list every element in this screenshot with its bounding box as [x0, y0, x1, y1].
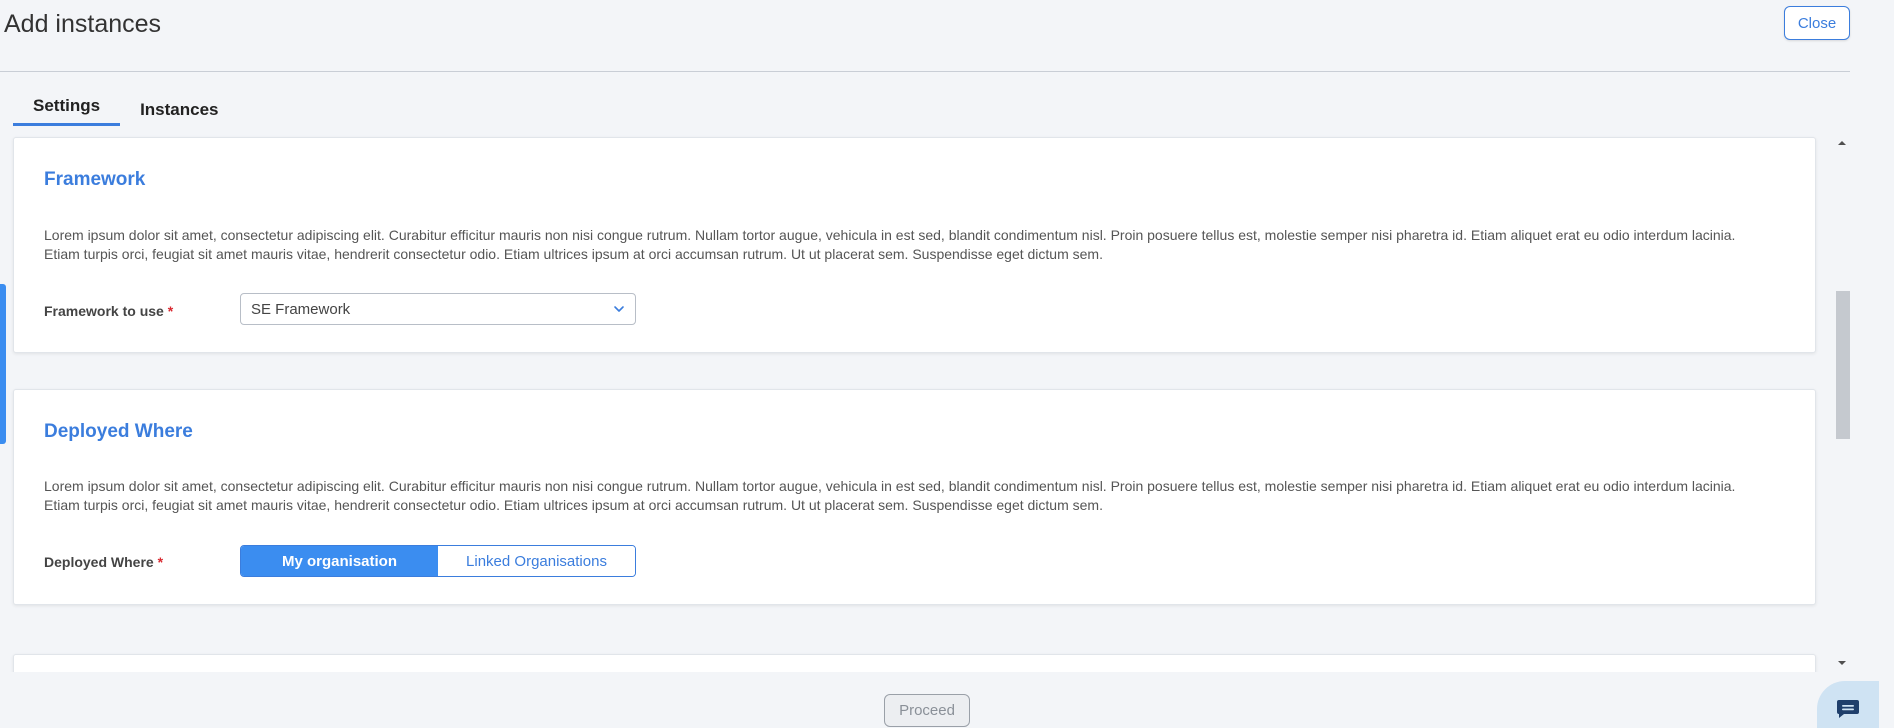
next-card: [13, 654, 1816, 672]
chat-bubble-icon: [1837, 700, 1859, 718]
my-organisation-toggle[interactable]: My organisation: [241, 546, 438, 576]
required-marker: *: [157, 554, 164, 570]
tab-settings[interactable]: Settings: [13, 88, 121, 126]
scroll-down-arrow-icon[interactable]: [1837, 658, 1847, 668]
page-title: Add instances: [4, 10, 162, 38]
required-marker: *: [167, 303, 174, 319]
scroll-up-arrow-icon[interactable]: [1837, 138, 1847, 148]
framework-section-title: Framework: [44, 169, 146, 190]
deployed-where-toggle-group: My organisation Linked Organisations: [240, 545, 636, 577]
proceed-button[interactable]: Proceed: [884, 694, 970, 727]
chat-launcher-button[interactable]: [1817, 681, 1879, 728]
tab-instances[interactable]: Instances: [120, 92, 238, 128]
deployed-where-card: Deployed Where Lorem ipsum dolor sit ame…: [13, 389, 1816, 605]
tab-bar: Settings Instances: [13, 88, 239, 126]
page-header: Add instances Close: [0, 0, 1850, 72]
chevron-down-icon: [614, 306, 624, 312]
settings-scroll-area[interactable]: Framework Lorem ipsum dolor sit amet, co…: [0, 134, 1835, 672]
close-button[interactable]: Close: [1784, 6, 1850, 40]
framework-field-label: Framework to use *: [44, 303, 173, 319]
framework-select[interactable]: SE Framework: [240, 293, 636, 325]
framework-card: Framework Lorem ipsum dolor sit amet, co…: [13, 137, 1816, 353]
vertical-scrollbar[interactable]: [1834, 134, 1850, 672]
deployed-where-section-title: Deployed Where: [44, 421, 193, 442]
deployed-where-description: Lorem ipsum dolor sit amet, consectetur …: [44, 478, 1736, 513]
framework-label-text: Framework to use: [44, 303, 164, 319]
framework-selected-value: SE Framework: [251, 300, 351, 318]
scrollbar-thumb[interactable]: [1836, 291, 1850, 439]
framework-description: Lorem ipsum dolor sit amet, consectetur …: [44, 227, 1736, 262]
linked-organisations-toggle[interactable]: Linked Organisations: [438, 546, 635, 576]
deployed-where-label-text: Deployed Where: [44, 554, 154, 570]
deployed-where-field-label: Deployed Where *: [44, 554, 163, 570]
